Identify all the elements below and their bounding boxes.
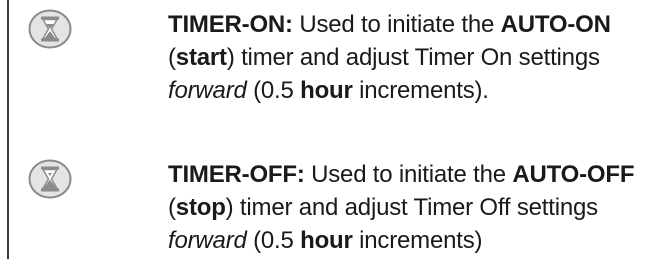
unit-label: hour	[300, 77, 353, 104]
direction-label: forward	[168, 77, 247, 104]
direction-label: forward	[168, 227, 247, 254]
description-text: (	[168, 44, 176, 71]
description-text: Used to initiate the	[292, 11, 501, 38]
timer-off-description: TIMER-OFF: Used to initiate the AUTO-OFF…	[168, 158, 650, 257]
timer-on-description: TIMER-ON: Used to initiate the AUTO-ON (…	[168, 8, 650, 107]
description-text: (0.5	[246, 77, 301, 104]
action-label: stop	[175, 194, 226, 221]
mode-label: AUTO-ON	[500, 11, 611, 38]
mode-label: AUTO-OFF	[512, 161, 635, 188]
left-border-line	[7, 0, 9, 259]
description-text: Used to initiate the	[304, 161, 513, 188]
description-text: (0.5	[246, 227, 301, 254]
hourglass-button-icon	[28, 159, 72, 199]
timer-on-label: TIMER-ON:	[168, 11, 293, 38]
unit-label: hour	[300, 227, 353, 254]
description-text: increments).	[352, 77, 489, 104]
timer-off-label: TIMER-OFF:	[168, 161, 305, 188]
description-text: ) timer and adjust Timer Off settings	[225, 194, 599, 221]
description-text: ) timer and adjust Timer On settings	[226, 44, 600, 71]
hourglass-button-icon	[28, 9, 72, 49]
action-label: start	[175, 44, 227, 71]
description-text: increments)	[352, 227, 483, 254]
description-text: (	[168, 194, 176, 221]
